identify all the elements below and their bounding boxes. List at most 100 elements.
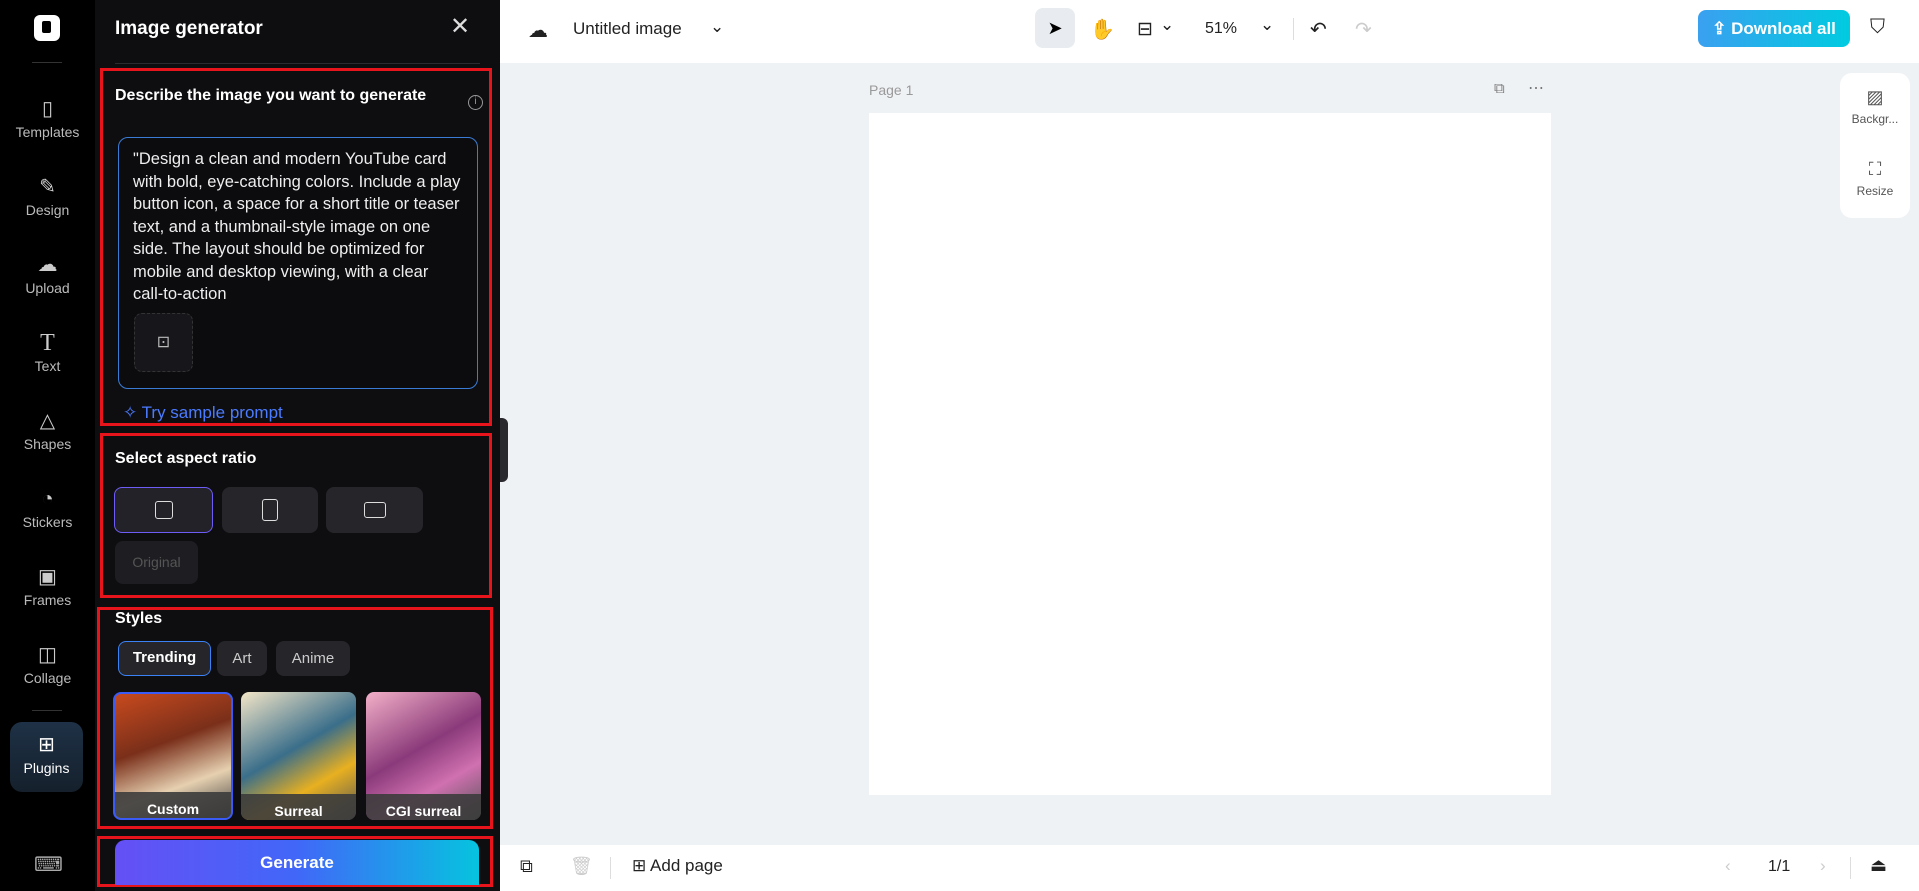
document-title[interactable]: Untitled image [573,19,682,39]
close-icon[interactable]: ✕ [450,12,470,41]
aspect-square-button[interactable] [114,487,213,533]
divider [1850,857,1851,879]
sparkle-icon: ✧ [123,403,142,422]
nav-upload[interactable]: ☁ Upload [0,254,95,296]
bottom-bar: ⧉ 🗑 ⊞ Add page ‹ 1/1 › ⏏ [500,845,1919,891]
templates-icon: ▯ [41,98,53,120]
style-card-label: Surreal [241,794,356,820]
page-label: Page 1 [869,82,914,98]
background-hatch-icon: ▨ [1866,87,1884,107]
nav-plugins[interactable]: ⊞ Plugins [10,722,83,792]
nav-label: Shapes [23,436,72,452]
nav-shapes[interactable]: △ Shapes [0,410,95,452]
zoom-level[interactable]: 51% [1205,20,1237,38]
divider [115,63,480,64]
panel-collapse-handle[interactable] [500,418,508,482]
left-nav: ▯ Templates ✎ Design ☁ Upload T Text △ Shapes… [0,0,95,891]
duplicate-page-icon[interactable]: ⧉ [1494,80,1505,97]
divider [32,710,62,711]
plugins-grid-icon: ⊞ [38,734,55,756]
cloud-saved-icon: ☁ [528,20,548,42]
aspect-original-button[interactable]: Original [115,541,198,584]
nav-label: Plugins [23,760,70,776]
aspect-landscape-button[interactable] [326,487,423,533]
portrait-ratio-icon [262,499,278,521]
download-label: Download all [1731,19,1836,38]
nav-design[interactable]: ✎ Design [0,176,95,218]
select-tool-icon[interactable]: ➤ [1035,8,1075,48]
hand-tool-icon[interactable]: ✋ [1090,17,1115,42]
style-card-custom[interactable]: Custom [113,692,233,820]
style-card-label: Custom [115,792,231,818]
more-options-icon[interactable]: ⋯ [1528,78,1544,98]
tab-trending[interactable]: Trending [118,641,211,676]
prompt-heading: Describe the image you want to generate [115,87,427,104]
prev-page-icon[interactable]: ‹ [1725,856,1731,876]
sample-label: Try sample prompt [141,403,283,422]
aspect-portrait-button[interactable] [222,487,318,533]
resize-button[interactable]: ⛶ Resize [1840,159,1910,198]
styles-heading: Styles [115,610,163,627]
nav-stickers[interactable]: ◔ Stickers [0,488,95,530]
style-card-cgi-surreal[interactable]: CGI surreal [366,692,481,820]
info-icon[interactable]: i [468,95,483,110]
canvas-page[interactable] [869,113,1551,795]
style-card-surreal[interactable]: Surreal [241,692,356,820]
top-toolbar: ☁ Untitled image ⌄ ➤ ✋ ⊟ ⌄ 51% ⌄ ↶ ↷ ⇪ D… [500,0,1919,63]
try-sample-prompt-link[interactable]: ✧ Try sample prompt [123,403,283,423]
next-page-icon[interactable]: › [1820,856,1826,876]
generate-button[interactable]: Generate [115,840,479,885]
nav-label: Frames [23,592,72,608]
styles-section: Styles Trending Art Anime Custom Surreal… [97,607,493,829]
frame-icon: ▣ [38,566,57,588]
chevron-down-icon[interactable]: ⌄ [1260,15,1274,35]
chevron-down-icon[interactable]: ⌄ [710,17,724,37]
add-page-icon: ⊞ [632,856,651,875]
prompt-section: Describe the image you want to generate … [100,68,492,426]
shield-check-icon[interactable]: ⛉ [1870,16,1885,39]
chevron-down-icon[interactable]: ⌄ [1160,15,1174,35]
aspect-heading: Select aspect ratio [115,450,257,467]
collage-icon: ◫ [38,644,57,666]
nav-templates[interactable]: ▯ Templates [0,98,95,140]
tab-anime[interactable]: Anime [276,641,350,676]
shapes-icon: △ [39,410,56,432]
add-page-button[interactable]: ⊞ Add page [632,856,723,876]
design-icon: ✎ [39,176,56,198]
app-logo[interactable] [34,15,60,41]
share-upload-icon: ⇪ [1712,19,1732,38]
sticker-icon: ◔ [41,488,54,510]
tab-art[interactable]: Art [217,641,267,676]
square-ratio-icon [154,501,173,519]
page-counter: 1/1 [1768,858,1791,875]
expand-pages-icon[interactable]: ⏏ [1870,855,1887,876]
prompt-text: "Design a clean and modern YouTube card … [133,150,461,303]
nav-frames[interactable]: ▣ Frames [0,566,95,608]
right-tool-panel: ▨ Backgr... ⛶ Resize [1840,73,1910,218]
add-page-label: Add page [650,856,723,875]
redo-icon[interactable]: ↷ [1355,17,1372,42]
nav-collage[interactable]: ◫ Collage [0,644,95,686]
layout-icon[interactable]: ⊟ [1137,18,1153,41]
nav-text[interactable]: T Text [0,330,95,374]
upload-reference-image-button[interactable]: ⊡ [134,313,193,372]
nav-label: Text [34,358,61,374]
image-add-icon: ⊡ [156,334,171,351]
resize-icon: ⛶ [1868,159,1882,179]
undo-icon[interactable]: ↶ [1310,17,1327,42]
divider [1293,18,1294,40]
aspect-ratio-section: Select aspect ratio Original [100,433,492,598]
nav-label: Templates [15,124,80,140]
text-icon: T [40,330,55,356]
trash-icon[interactable]: 🗑 [570,856,593,877]
divider [32,62,62,63]
download-all-button[interactable]: ⇪ Download all [1698,10,1850,47]
panel-title: Image generator [115,18,263,39]
upload-cloud-icon: ☁ [37,254,58,276]
keyboard-icon[interactable]: ⌨ [34,852,63,877]
image-generator-panel: Image generator ✕ Describe the image you… [95,0,500,891]
divider [610,857,611,879]
nav-label: Stickers [22,514,73,530]
add-page-stack-icon[interactable]: ⧉ [520,856,533,877]
background-button[interactable]: ▨ Backgr... [1840,87,1910,126]
